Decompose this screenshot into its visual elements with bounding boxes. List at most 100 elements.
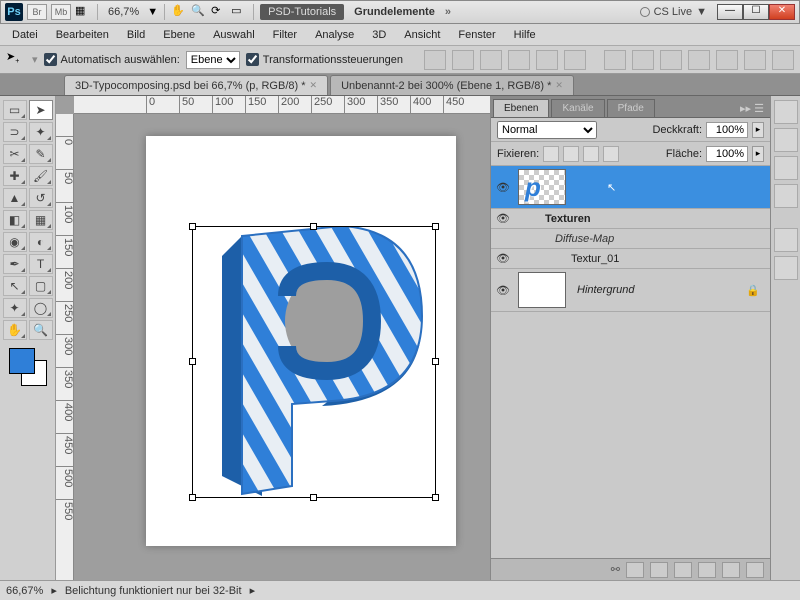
- lock-transparency-icon[interactable]: [543, 146, 559, 162]
- status-flyout[interactable]: ▸: [250, 584, 256, 597]
- panel-menu-icon[interactable]: ▸▸ ☰: [734, 100, 770, 117]
- handle-tr[interactable]: [432, 223, 439, 230]
- doc-tab-1[interactable]: 3D-Typocomposing.psd bei 66,7% (p, RGB/8…: [64, 75, 328, 95]
- wand-tool[interactable]: ✦: [29, 122, 53, 142]
- 3d-camera-tool[interactable]: ◯: [29, 298, 53, 318]
- handle-br[interactable]: [432, 494, 439, 501]
- workspace-name[interactable]: Grundelemente: [354, 6, 435, 18]
- zoom-readout[interactable]: 66,7%: [104, 4, 143, 20]
- distribute-button[interactable]: [604, 50, 626, 70]
- menu-filter[interactable]: Filter: [265, 26, 305, 44]
- menu-fenster[interactable]: Fenster: [450, 26, 503, 44]
- color-swatches[interactable]: [9, 348, 47, 386]
- marquee-tool[interactable]: ▭: [3, 100, 27, 120]
- fill-value[interactable]: 100%: [706, 146, 748, 162]
- hand-tool[interactable]: ✋: [3, 320, 27, 340]
- zoom-tool[interactable]: 🔍: [29, 320, 53, 340]
- fx-button[interactable]: [626, 562, 644, 578]
- group-button[interactable]: [698, 562, 716, 578]
- heal-tool[interactable]: ✚: [3, 166, 27, 186]
- blur-tool[interactable]: ◉: [3, 232, 27, 252]
- opacity-value[interactable]: 100%: [706, 122, 748, 138]
- distribute-button[interactable]: [688, 50, 710, 70]
- layout-icon[interactable]: ▦: [75, 4, 91, 20]
- menu-datei[interactable]: Datei: [4, 26, 46, 44]
- cslive-button[interactable]: CS Live▼: [640, 6, 707, 18]
- menu-bild[interactable]: Bild: [119, 26, 153, 44]
- adjustment-button[interactable]: [674, 562, 692, 578]
- eye-icon[interactable]: 👁: [491, 212, 515, 225]
- path-tool[interactable]: ↖: [3, 276, 27, 296]
- distribute-button[interactable]: [744, 50, 766, 70]
- align-button[interactable]: [536, 50, 558, 70]
- hand-icon[interactable]: ✋: [171, 4, 187, 20]
- dodge-tool[interactable]: ◐: [29, 232, 53, 252]
- menu-ansicht[interactable]: Ansicht: [396, 26, 448, 44]
- eye-icon[interactable]: 👁: [491, 181, 515, 194]
- close-tab-icon[interactable]: ✕: [310, 80, 318, 91]
- status-info-icon[interactable]: ▸: [51, 584, 57, 597]
- doc-tab-2[interactable]: Unbenannt-2 bei 300% (Ebene 1, RGB/8) *✕: [330, 75, 574, 95]
- transform-controls-checkbox[interactable]: Transformationssteuerungen: [246, 53, 403, 66]
- bridge-button[interactable]: Br: [27, 4, 47, 20]
- move-tool[interactable]: ➤: [29, 100, 53, 120]
- 3d-tool[interactable]: ✦: [3, 298, 27, 318]
- lock-pixels-icon[interactable]: [563, 146, 579, 162]
- screen-icon[interactable]: ▭: [231, 4, 247, 20]
- type-tool[interactable]: T: [29, 254, 53, 274]
- handle-tm[interactable]: [310, 223, 317, 230]
- panel-icon-actions[interactable]: [774, 256, 798, 280]
- auto-align-button[interactable]: [772, 50, 794, 70]
- handle-tl[interactable]: [189, 223, 196, 230]
- eyedropper-tool[interactable]: ✎: [29, 144, 53, 164]
- fg-color[interactable]: [9, 348, 35, 374]
- layer-main[interactable]: 👁 p ↖: [491, 166, 770, 209]
- panel-icon-history[interactable]: [774, 228, 798, 252]
- transform-bounding-box[interactable]: [192, 226, 436, 498]
- mask-button[interactable]: [650, 562, 668, 578]
- menu-bearbeiten[interactable]: Bearbeiten: [48, 26, 117, 44]
- brush-tool[interactable]: 🖌: [29, 166, 53, 186]
- chevron-right-icon[interactable]: »: [445, 6, 451, 18]
- handle-ml[interactable]: [189, 358, 196, 365]
- layer-texturen[interactable]: 👁 Texturen: [491, 209, 770, 229]
- trash-button[interactable]: [746, 562, 764, 578]
- status-zoom[interactable]: 66,67%: [6, 585, 43, 597]
- handle-bl[interactable]: [189, 494, 196, 501]
- eye-icon[interactable]: 👁: [491, 284, 515, 297]
- shape-tool[interactable]: ▢: [29, 276, 53, 296]
- tab-pfade[interactable]: Pfade: [607, 99, 655, 117]
- distribute-button[interactable]: [716, 50, 738, 70]
- distribute-button[interactable]: [632, 50, 654, 70]
- blend-mode-select[interactable]: Normal: [497, 121, 597, 139]
- align-button[interactable]: [452, 50, 474, 70]
- close-tab-icon[interactable]: ✕: [555, 80, 563, 91]
- workspace-tag[interactable]: PSD-Tutorials: [260, 4, 344, 20]
- opacity-flyout[interactable]: ▸: [752, 122, 764, 138]
- tab-kanaele[interactable]: Kanäle: [551, 99, 604, 117]
- panel-icon-color[interactable]: [774, 100, 798, 124]
- panel-icon-3d[interactable]: [774, 184, 798, 208]
- panel-icon-text[interactable]: [774, 128, 798, 152]
- lock-position-icon[interactable]: [583, 146, 599, 162]
- tab-ebenen[interactable]: Ebenen: [493, 99, 549, 117]
- menu-ebene[interactable]: Ebene: [155, 26, 203, 44]
- eraser-tool[interactable]: ◧: [3, 210, 27, 230]
- distribute-button[interactable]: [660, 50, 682, 70]
- layer-textur01[interactable]: 👁 Textur_01: [491, 249, 770, 269]
- minimize-button[interactable]: —: [717, 4, 743, 20]
- fill-flyout[interactable]: ▸: [752, 146, 764, 162]
- auto-select-target[interactable]: Ebene: [186, 51, 240, 69]
- menu-analyse[interactable]: Analyse: [307, 26, 362, 44]
- align-button[interactable]: [480, 50, 502, 70]
- new-layer-button[interactable]: [722, 562, 740, 578]
- crop-tool[interactable]: ✂: [3, 144, 27, 164]
- link-icon[interactable]: ⚯: [611, 563, 620, 576]
- layer-hintergrund[interactable]: 👁 Hintergrund 🔒: [491, 269, 770, 312]
- rotate-icon[interactable]: ⟳: [211, 4, 227, 20]
- layer-thumb[interactable]: p: [518, 169, 566, 205]
- auto-select-checkbox[interactable]: Automatisch auswählen:: [44, 53, 180, 66]
- align-button[interactable]: [564, 50, 586, 70]
- gradient-tool[interactable]: ▦: [29, 210, 53, 230]
- maximize-button[interactable]: ☐: [743, 4, 769, 20]
